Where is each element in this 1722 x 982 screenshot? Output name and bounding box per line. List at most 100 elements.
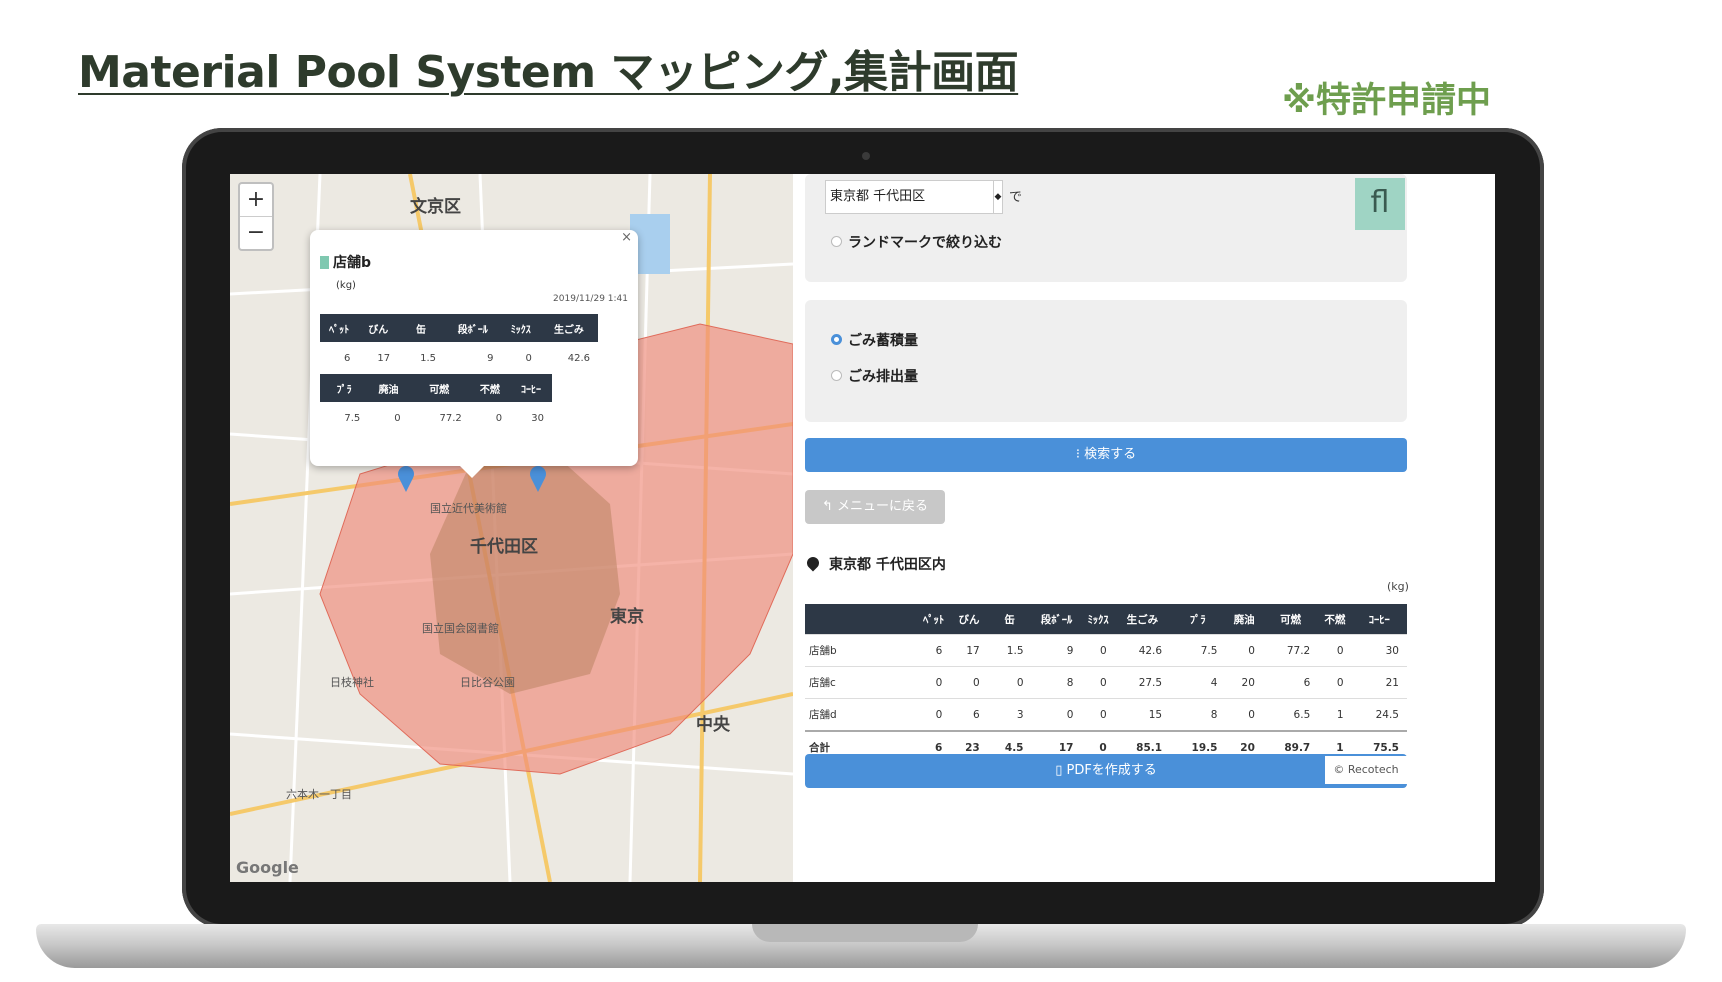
popup-cell: 30	[531, 412, 544, 424]
radio-icon	[831, 370, 842, 381]
map-label-chiyoda: 千代田区	[470, 537, 538, 557]
search-button[interactable]: ⁝ 検索する	[805, 438, 1407, 472]
store-popup: × 店舗b (kg) 2019/11/29 1:41 ﾍﾟｯﾄ びん 缶 段ﾎﾞ…	[310, 230, 638, 478]
table-cell: 0	[917, 666, 951, 699]
landmark-label: ランドマークで絞り込む	[848, 235, 1002, 251]
table-cell: 1	[1318, 698, 1352, 731]
google-logo: Google	[236, 858, 299, 877]
pdf-file-icon: ▯	[1055, 763, 1067, 778]
popup-table-1: ﾍﾟｯﾄ びん 缶 段ﾎﾞｰﾙ ﾐｯｸｽ 生ごみ 6 17 1.5 9 0 42…	[320, 314, 598, 374]
zoom-in-button[interactable]: +	[240, 184, 272, 217]
row-store-name: 店舗d	[805, 698, 917, 731]
table-cell: 0	[1081, 634, 1115, 667]
zoom-control: + −	[238, 182, 274, 251]
table-row: 店舗c 0 0 0 8 0 27.5 4 20 6 0 21	[805, 666, 1407, 699]
popup-cell: 17	[377, 352, 391, 364]
patent-note: ※特許申請中	[1282, 81, 1492, 121]
location-heading: 東京都 千代田区内	[804, 554, 946, 574]
table-cell: 0	[1031, 698, 1082, 731]
table-cell: 0	[950, 666, 988, 699]
table-cell: 15	[1114, 698, 1171, 731]
zoom-out-button[interactable]: −	[240, 217, 272, 249]
search-button-label: 検索する	[1084, 447, 1137, 462]
popup-header: 不燃	[469, 374, 511, 402]
popup-cell: 77.2	[439, 412, 462, 424]
table-unit: (kg)	[1387, 580, 1409, 593]
stock-radio[interactable]: ごみ蓄積量	[831, 330, 918, 350]
table-cell: 0	[1318, 666, 1352, 699]
table-header: 不燃	[1318, 604, 1352, 635]
pdf-button-label: PDFを作成する	[1066, 763, 1157, 778]
table-cell: 0	[1081, 666, 1115, 699]
popup-cell: 0	[495, 412, 503, 424]
table-row: 店舗b 6 17 1.5 9 0 42.6 7.5 0 77.2 0 30	[805, 634, 1407, 667]
popup-header: 廃油	[368, 374, 409, 402]
back-button-label: メニューに戻る	[837, 499, 929, 514]
table-cell: 20	[1225, 666, 1263, 699]
map-label-chuo: 中央	[696, 715, 730, 735]
control-panel: 東京都 千代田区 ◆ で ランドマークで絞り込む fl ごみ蓄積量 ごみ排出量 …	[793, 174, 1495, 882]
table-cell: 1.5	[987, 634, 1032, 667]
popup-header: ﾌﾟﾗ	[320, 374, 369, 402]
emission-label: ごみ排出量	[848, 369, 918, 385]
table-header	[805, 604, 917, 635]
popup-title: 店舗b	[320, 252, 371, 272]
area-select[interactable]: 東京都 千代田区 ◆	[825, 180, 1003, 214]
table-header: ﾍﾟｯﾄ	[917, 604, 951, 635]
row-store-name: 店舗c	[805, 666, 917, 699]
table-cell: 30	[1351, 634, 1407, 667]
table-header: 生ごみ	[1114, 604, 1171, 635]
table-cell: 0	[917, 698, 951, 731]
table-header: 缶	[987, 604, 1032, 635]
back-arrow-icon: ↰	[821, 499, 837, 514]
app-screen: + − 文京区 千代田区 東京 中央 国立近代美術館 国立国会図書館 日枝神社 …	[230, 174, 1495, 882]
table-header: 段ﾎﾞｰﾙ	[1031, 604, 1082, 635]
table-cell: 0	[1225, 634, 1263, 667]
area-suffix: で	[1009, 190, 1023, 205]
search-icon: ⁝	[1075, 447, 1085, 462]
popup-header: びん	[358, 314, 399, 342]
location-text: 東京都 千代田区内	[829, 557, 946, 573]
table-cell: 9	[1031, 634, 1082, 667]
create-pdf-button[interactable]: ▯ PDFを作成する	[805, 754, 1407, 788]
mode-card: ごみ蓄積量 ごみ排出量	[805, 300, 1407, 422]
popup-date: 2019/11/29 1:41	[553, 294, 628, 304]
table-header: 廃油	[1225, 604, 1263, 635]
table-cell: 77.2	[1262, 634, 1319, 667]
emission-radio[interactable]: ごみ排出量	[831, 366, 918, 386]
table-cell: 6.5	[1262, 698, 1319, 731]
table-header: ﾌﾟﾗ	[1170, 604, 1226, 635]
map-label-hibiya: 日比谷公園	[460, 676, 515, 689]
table-cell: 42.6	[1114, 634, 1171, 667]
popup-header: ｺｰﾋｰ	[510, 374, 552, 402]
popup-cell: 1.5	[420, 352, 436, 364]
table-row: 店舗d 0 6 3 0 0 15 8 0 6.5 1 24.5	[805, 698, 1407, 731]
map-label-diet-library: 国立国会図書館	[422, 622, 499, 635]
table-cell: 4	[1170, 666, 1226, 699]
popup-header: 生ごみ	[539, 314, 598, 342]
popup-store-name: 店舗b	[333, 255, 372, 271]
popup-close-button[interactable]: ×	[621, 230, 632, 245]
slide-title: Material Pool System マッピング,集計画面	[78, 47, 1019, 98]
store-marker-icon	[320, 256, 329, 269]
camera-icon	[862, 152, 870, 160]
table-cell: 6	[917, 634, 951, 667]
row-store-name: 店舗b	[805, 634, 917, 667]
map-view[interactable]: + − 文京区 千代田区 東京 中央 国立近代美術館 国立国会図書館 日枝神社 …	[230, 174, 793, 882]
landmark-radio[interactable]: ランドマークで絞り込む	[831, 232, 1002, 252]
table-cell: 27.5	[1114, 666, 1171, 699]
popup-cell: 9	[487, 352, 494, 364]
popup-unit: (kg)	[336, 280, 356, 291]
table-cell: 6	[1262, 666, 1319, 699]
map-label-museum: 国立近代美術館	[430, 502, 507, 515]
back-to-menu-button[interactable]: ↰ メニューに戻る	[805, 490, 945, 524]
popup-header: ﾐｯｸｽ	[501, 314, 540, 342]
fl-button[interactable]: fl	[1355, 178, 1405, 230]
map-pin-icon	[804, 554, 822, 572]
area-card: 東京都 千代田区 ◆ で ランドマークで絞り込む fl	[805, 174, 1407, 282]
table-header: 可燃	[1262, 604, 1319, 635]
table-cell: 0	[1318, 634, 1352, 667]
map-label-hie-shrine: 日枝神社	[330, 676, 374, 689]
table-cell: 0	[987, 666, 1032, 699]
radio-icon	[831, 236, 842, 247]
